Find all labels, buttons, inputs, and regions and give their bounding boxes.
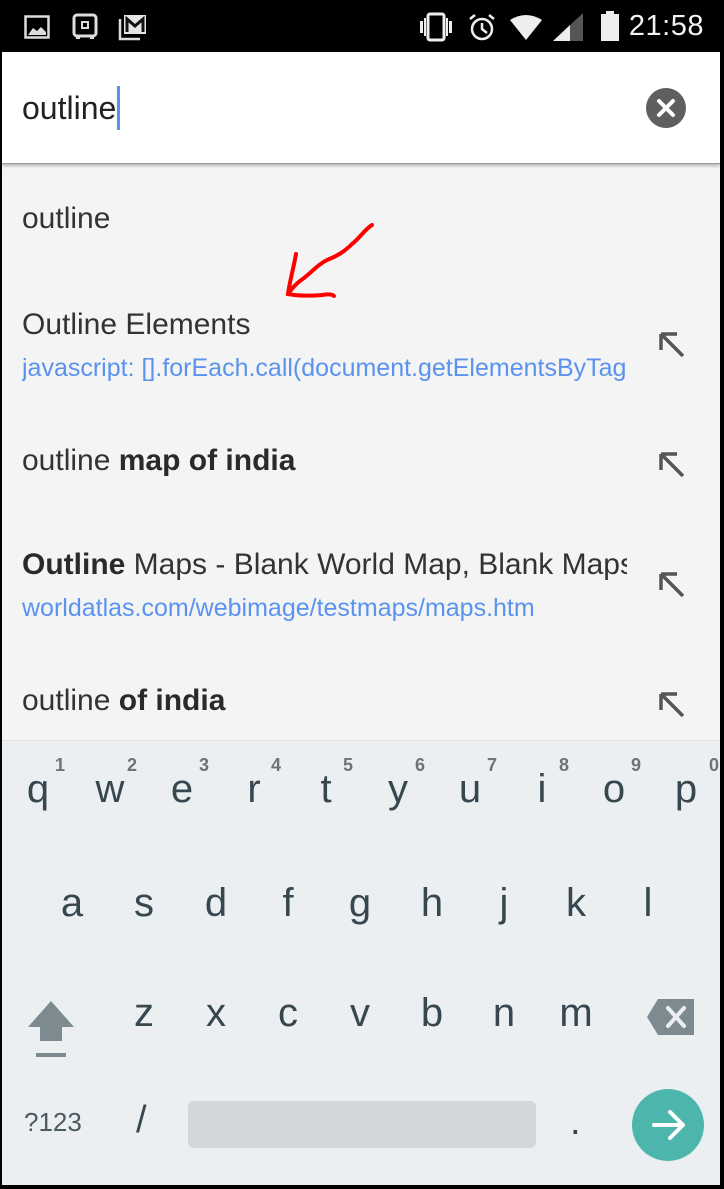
shift-key[interactable] <box>26 997 76 1057</box>
go-key[interactable] <box>632 1089 704 1161</box>
key-h[interactable]: h <box>396 881 468 926</box>
key-a[interactable]: a <box>36 881 108 926</box>
search-input[interactable]: outline <box>22 86 121 130</box>
suggestion-url: javascript: [].forEach.call(document.get… <box>22 354 627 382</box>
suggestion-title: Outline Maps - Blank World Map, Blank Ma… <box>22 548 627 581</box>
key-hint: 0 <box>708 755 719 775</box>
backspace-key[interactable] <box>646 997 696 1037</box>
key-l[interactable]: l <box>612 881 684 926</box>
key-hint: 1 <box>54 755 65 775</box>
key-hint: 7 <box>486 755 497 775</box>
suggestion-title: outline <box>22 202 111 235</box>
search-input-text: outline <box>22 90 117 126</box>
refine-arrow-icon[interactable] <box>657 690 689 722</box>
refine-arrow-icon[interactable] <box>657 570 689 602</box>
suggestion-url: worldatlas.com/webimage/testmaps/maps.ht… <box>22 594 535 622</box>
key-x[interactable]: x <box>180 991 252 1036</box>
key-g[interactable]: g <box>324 881 396 926</box>
key-f[interactable]: f <box>252 881 324 926</box>
key-c[interactable]: c <box>252 991 324 1036</box>
omnibox[interactable]: outline <box>2 52 720 164</box>
gmail-icon <box>118 15 146 41</box>
key-hint: 4 <box>270 755 281 775</box>
key-hint: 6 <box>414 755 425 775</box>
status-bar: 21:58 <box>0 0 724 52</box>
clear-button[interactable] <box>646 88 686 128</box>
refine-arrow-icon[interactable] <box>657 330 689 362</box>
battery-icon <box>601 11 619 41</box>
key-hint: 5 <box>342 755 353 775</box>
space-key[interactable] <box>188 1101 536 1148</box>
clock: 21:58 <box>628 10 704 42</box>
signal-icon <box>553 13 583 41</box>
key-hint: 8 <box>558 755 569 775</box>
go-arrow-icon <box>652 1110 685 1140</box>
key-d[interactable]: d <box>180 881 252 926</box>
suggestion-item[interactable]: Outline Maps - Blank World Map, Blank Ma… <box>2 512 720 632</box>
text-caret <box>117 86 121 130</box>
refine-arrow-icon[interactable] <box>657 450 689 482</box>
suggestion-item[interactable]: Outline Elements javascript: [].forEach.… <box>2 272 720 392</box>
key-k[interactable]: k <box>540 881 612 926</box>
gallery-icon <box>24 15 50 39</box>
key-s[interactable]: s <box>108 881 180 926</box>
shift-icon <box>28 1001 74 1057</box>
backspace-icon <box>647 999 694 1035</box>
vibrate-icon <box>420 12 452 42</box>
suggestion-title: Outline Elements <box>22 308 251 341</box>
key-hint: 3 <box>198 755 209 775</box>
period-key[interactable]: . <box>570 1101 581 1144</box>
soft-keyboard: q1w2e3r4t5y6u7i8o9p0 asdfghjkl zxcvbnm ?… <box>2 740 720 1185</box>
wifi-icon <box>510 15 542 40</box>
slash-key[interactable]: / <box>136 1099 147 1142</box>
suggestion-item[interactable]: outline map of india <box>2 392 720 512</box>
alarm-icon <box>469 14 495 41</box>
key-j[interactable]: j <box>468 881 540 926</box>
key-hint: 2 <box>126 755 137 775</box>
key-hint: 9 <box>630 755 641 775</box>
key-n[interactable]: n <box>468 991 540 1036</box>
suggestion-item[interactable]: outline <box>2 164 720 272</box>
key-b[interactable]: b <box>396 991 468 1036</box>
key-z[interactable]: z <box>108 991 180 1036</box>
suggestion-title: outline map of india <box>22 444 296 477</box>
clear-icon <box>657 99 675 117</box>
suggestion-item[interactable]: outline of india <box>2 632 720 740</box>
suggestion-title: outline of india <box>22 684 226 717</box>
key-v[interactable]: v <box>324 991 396 1036</box>
key-m[interactable]: m <box>540 991 612 1036</box>
suggestions-list: outline Outline Elements javascript: [].… <box>2 164 720 740</box>
vault-icon <box>72 13 98 39</box>
symbols-key[interactable]: ?123 <box>24 1107 82 1138</box>
